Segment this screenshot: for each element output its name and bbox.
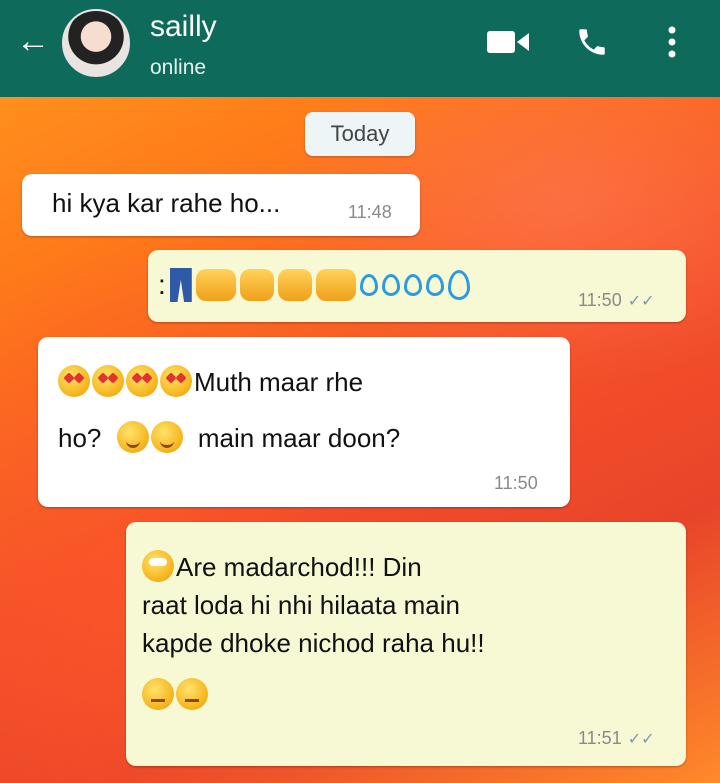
jeans-emoji — [169, 268, 192, 302]
right-fist-emoji — [315, 269, 356, 301]
sweat-drops-emoji — [381, 274, 400, 296]
avatar[interactable] — [62, 9, 130, 77]
contact-name[interactable]: sailly — [150, 10, 217, 44]
contact-status: online — [150, 56, 207, 79]
more-options-icon[interactable] — [660, 22, 684, 62]
message-text: Are madarchod!!! Din — [176, 552, 422, 582]
unamused-emoji — [142, 678, 174, 710]
back-arrow-icon[interactable]: ← — [16, 24, 50, 58]
read-receipt-icon: ✓✓ — [627, 293, 655, 310]
message-time: 11:48 — [348, 202, 392, 222]
heart-eyes-emoji — [126, 365, 158, 397]
message-time-row: 11:51 ✓✓ — [578, 728, 655, 749]
message-time: 11:50 — [494, 473, 538, 493]
message-time: 11:50 — [578, 290, 622, 310]
message-text: main maar doon? — [197, 423, 401, 453]
message-time: 11:51 — [578, 728, 622, 748]
sweat-drops-emoji — [425, 274, 444, 296]
message-outgoing[interactable]: Are madarchod!!! Din raat loda hi nhi hi… — [126, 522, 686, 766]
heart-eyes-emoji — [58, 365, 90, 397]
droplet-emoji — [447, 270, 470, 300]
heart-eyes-emoji — [160, 365, 192, 397]
message-outgoing[interactable]: : 11:50 ✓✓ — [148, 250, 686, 322]
raised-fist-emoji — [277, 269, 312, 301]
smiling-face-emoji — [150, 421, 183, 453]
message-text: raat loda hi nhi hilaata main — [142, 590, 460, 620]
sweat-drops-emoji — [403, 274, 422, 296]
message-body: Are madarchod!!! Din raat loda hi nhi hi… — [142, 548, 485, 714]
message-text: Muth maar rhe — [194, 367, 364, 397]
raised-fist-emoji — [239, 269, 274, 301]
video-call-icon[interactable] — [484, 22, 532, 62]
message-text: kapde dhoke nichod raha hu!! — [142, 628, 485, 658]
message-text: ho? — [58, 423, 102, 453]
message-prefix: : — [158, 269, 166, 300]
heart-eyes-emoji — [92, 365, 124, 397]
eye-roll-emoji — [142, 550, 174, 582]
read-receipt-icon: ✓✓ — [627, 731, 655, 748]
left-fist-emoji — [195, 269, 236, 301]
message-line: ho? main maar doon? — [58, 419, 400, 457]
message-text: hi kya kar rahe ho... — [52, 188, 281, 218]
smiling-face-emoji — [116, 421, 149, 453]
date-divider: Today — [305, 112, 415, 156]
message-incoming[interactable]: Muth maar rhe ho? main maar doon? 11:50 — [38, 337, 570, 507]
message-incoming[interactable]: hi kya kar rahe ho... 11:48 — [22, 174, 420, 236]
unamused-emoji — [176, 678, 208, 710]
phone-icon[interactable] — [570, 22, 614, 62]
emoji-sequence: : — [158, 268, 470, 302]
sweat-drops-emoji — [359, 274, 378, 296]
message-line: Muth maar rhe — [58, 363, 363, 401]
chat-header: ← sailly online — [0, 0, 720, 97]
message-time-row: 11:50 ✓✓ — [578, 290, 655, 311]
